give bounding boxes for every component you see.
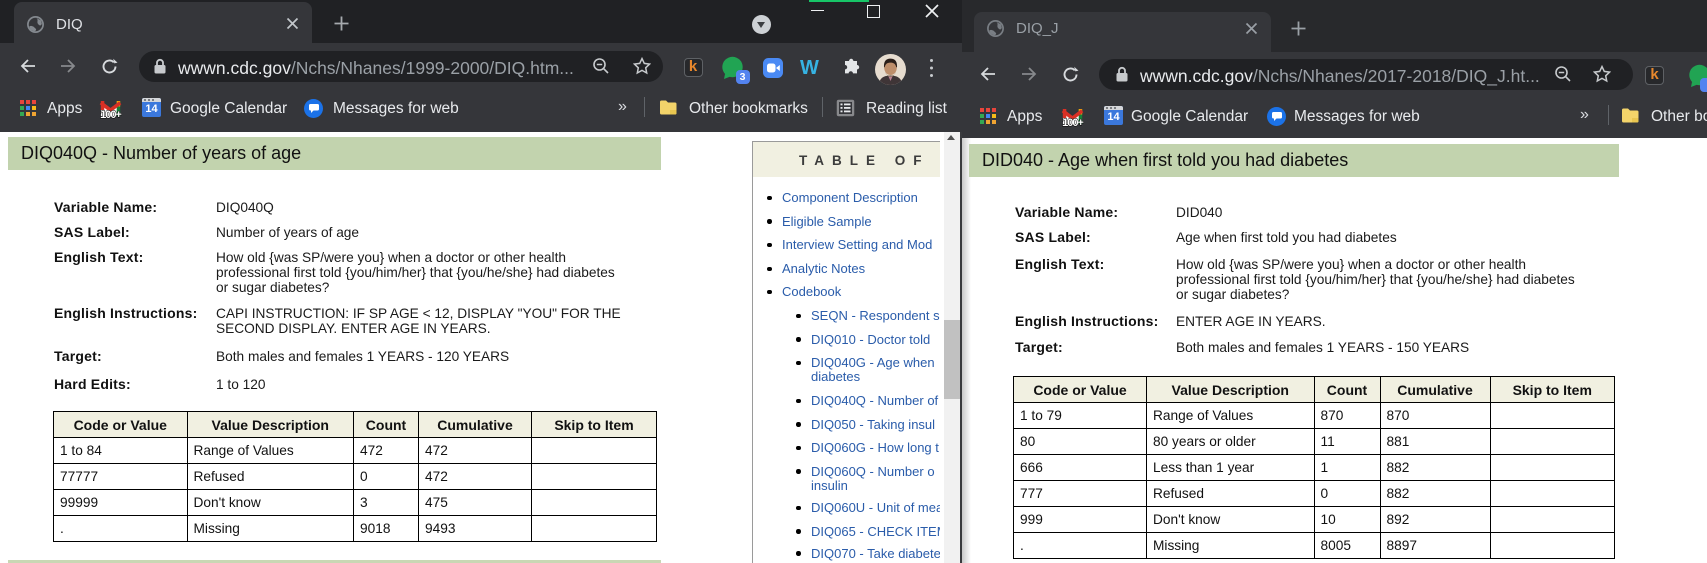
svg-text:100+: 100+ [1062, 117, 1083, 128]
svg-text:100+: 100+ [100, 109, 121, 120]
